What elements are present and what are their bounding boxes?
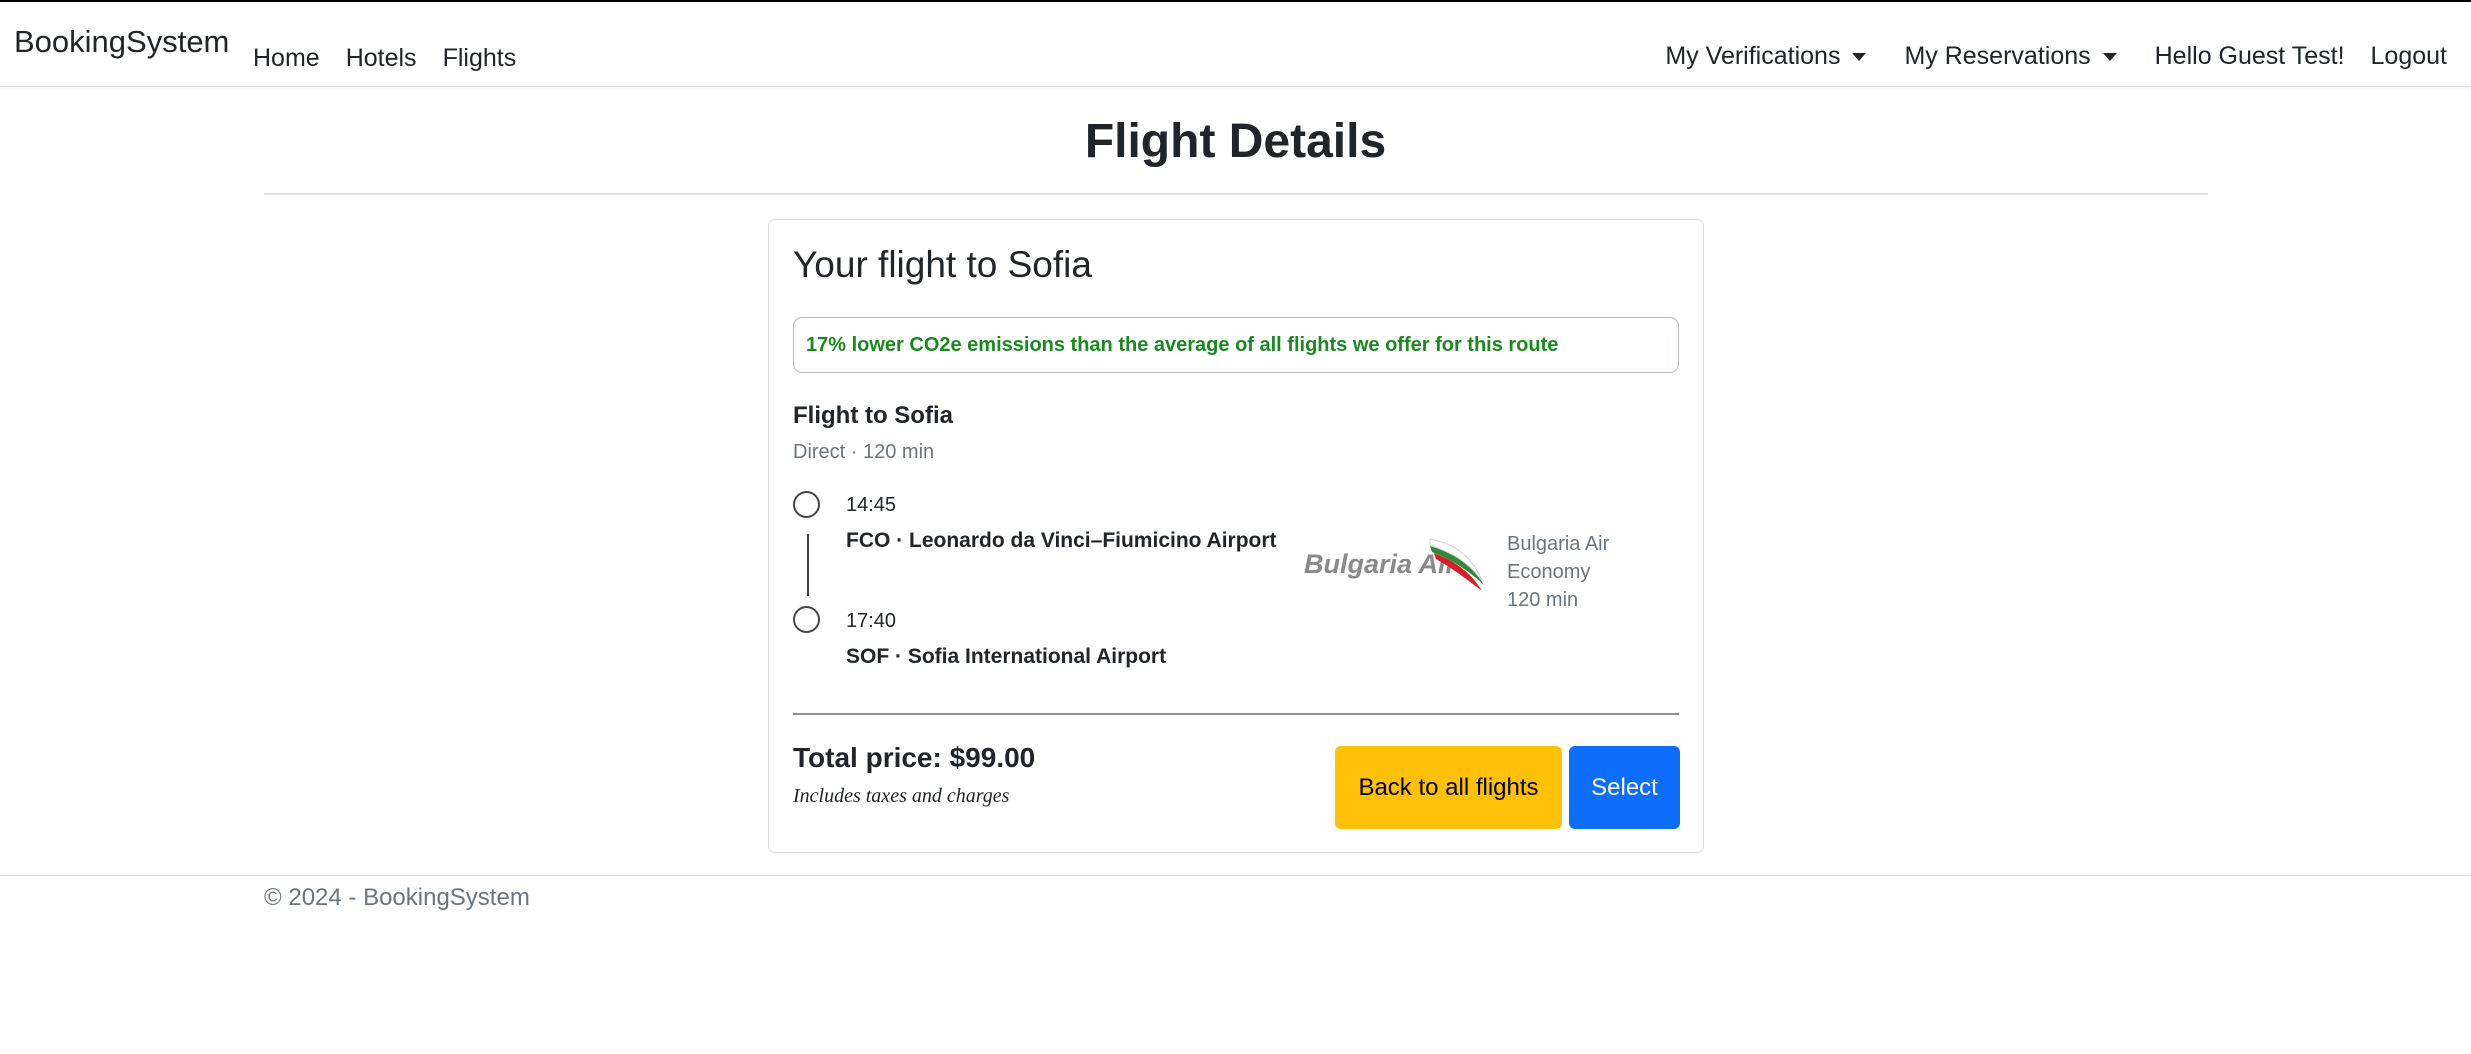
caret-down-icon — [2102, 52, 2117, 61]
my-verifications-dropdown[interactable]: My Verifications — [1665, 42, 1867, 71]
my-verifications-label: My Verifications — [1665, 42, 1841, 70]
nav-links: Home Hotels Flights — [253, 44, 516, 73]
arrival-airport: SOF · Sofia International Airport — [846, 645, 1167, 668]
greeting-link[interactable]: Hello Guest Test! — [2155, 42, 2345, 71]
flight-card: Your flight to Sofia 17% lower CO2e emis… — [768, 219, 1704, 853]
nav-hotels-link[interactable]: Hotels — [346, 44, 417, 73]
arrival-circle-icon — [793, 606, 820, 633]
airline-info: Bulgaria Air Economy 120 min — [1507, 530, 1609, 614]
logout-link[interactable]: Logout — [2371, 42, 2447, 71]
departure-circle-icon — [793, 491, 820, 518]
back-to-all-flights-button[interactable]: Back to all flights — [1335, 746, 1562, 829]
segment-title: Flight to Sofia — [793, 402, 953, 429]
my-reservations-dropdown[interactable]: My Reservations — [1904, 42, 2117, 71]
airline-name: Bulgaria Air — [1507, 533, 1610, 555]
emissions-text: 17% lower CO2e emissions than the averag… — [806, 333, 1559, 356]
airline-logo: Bulgaria Air — [1304, 538, 1484, 591]
nav-flights-link[interactable]: Flights — [443, 44, 517, 73]
navbar: BookingSystem Home Hotels Flights My Ver… — [0, 2, 2471, 87]
footer-divider — [0, 875, 2471, 876]
timeline-line — [807, 534, 809, 596]
flight-duration: 120 min — [1507, 589, 1579, 611]
departure-airport: FCO · Leonardo da Vinci–Fiumicino Airpor… — [846, 529, 1277, 552]
card-title: Your flight to Sofia — [793, 244, 1092, 285]
arrival-time: 17:40 — [846, 610, 897, 632]
card-divider — [793, 713, 1679, 715]
price-note: Includes taxes and charges — [793, 785, 1010, 807]
brand-link[interactable]: BookingSystem — [14, 24, 229, 60]
nav-user-area: My Verifications My Reservations Hello G… — [1665, 42, 2447, 71]
caret-down-icon — [1852, 52, 1867, 61]
my-reservations-label: My Reservations — [1904, 42, 2091, 70]
title-divider — [264, 193, 2208, 195]
nav-home-link[interactable]: Home — [253, 44, 320, 73]
page-title: Flight Details — [1084, 115, 1387, 168]
total-price: Total price: $99.00 — [793, 742, 1036, 773]
cabin-class: Economy — [1507, 561, 1591, 583]
footer-text: © 2024 - BookingSystem — [264, 884, 530, 911]
emissions-notice: 17% lower CO2e emissions than the averag… — [793, 317, 1679, 373]
departure-time: 14:45 — [846, 494, 897, 516]
select-button[interactable]: Select — [1569, 746, 1680, 829]
segment-summary: Direct · 120 min — [793, 441, 935, 463]
